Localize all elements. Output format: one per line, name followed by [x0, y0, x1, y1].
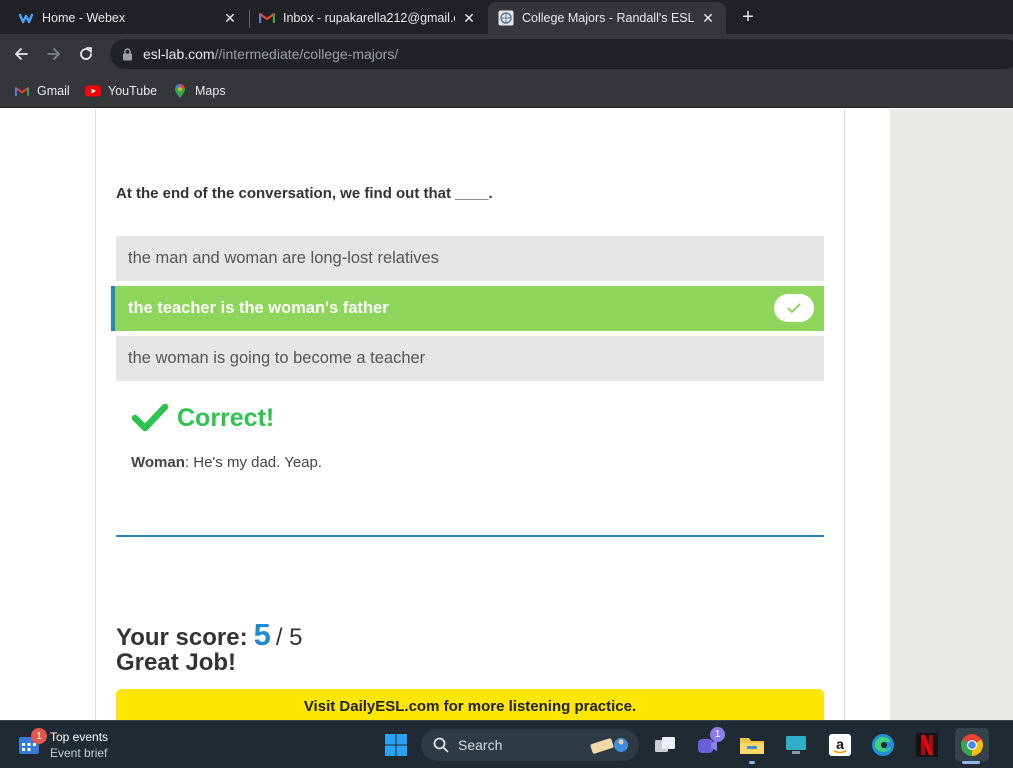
webex-icon	[18, 10, 34, 26]
check-icon	[774, 294, 814, 322]
chrome-icon[interactable]	[955, 728, 989, 762]
widget-title: Top events	[50, 730, 109, 744]
promo-banner-text: Visit DailyESL.com for more listening pr…	[303, 698, 637, 715]
file-explorer-icon[interactable]	[737, 730, 767, 760]
speaker-name: Woman	[131, 454, 185, 471]
answer-feedback: Correct!	[132, 403, 274, 433]
active-indicator	[749, 761, 755, 764]
new-tab-button[interactable]: +	[737, 6, 759, 28]
tab-webex[interactable]: Home - Webex ✕	[8, 2, 248, 34]
browser-tab-strip: Home - Webex ✕ Inbox - rupakarella212@gm…	[0, 0, 1013, 34]
maps-icon	[172, 83, 188, 99]
tab-title: College Majors - Randall's ESL C	[522, 11, 694, 25]
bookmark-label: YouTube	[108, 84, 158, 98]
score-display: Your score: 5 / 5	[116, 617, 303, 653]
tab-title: Home - Webex	[42, 11, 126, 25]
desktop-icon[interactable]	[781, 730, 811, 760]
back-button[interactable]	[9, 42, 33, 66]
url-path: //intermediate/college-majors/	[214, 46, 399, 62]
answer-text: the teacher is the woman's father	[128, 299, 389, 317]
teams-icon[interactable]: 1	[693, 727, 725, 760]
arrow-right-icon	[47, 48, 60, 60]
gmail-icon	[14, 83, 30, 99]
esl-lab-icon	[498, 10, 514, 26]
bookmark-maps[interactable]: Maps	[172, 81, 226, 101]
score-message: Great Job!	[116, 649, 237, 676]
notification-badge: 1	[31, 728, 47, 744]
edge-icon[interactable]	[868, 730, 898, 760]
address-bar[interactable]: esl-lab.com //intermediate/college-major…	[110, 39, 1013, 69]
answer-text: the woman is going to become a teacher	[128, 349, 426, 367]
quiz-content: At the end of the conversation, we find …	[95, 109, 845, 720]
answer-text: the man and woman are long-lost relative…	[128, 249, 439, 267]
browser-toolbar: esl-lab.com //intermediate/college-major…	[0, 34, 1013, 74]
reload-button[interactable]	[74, 42, 98, 66]
close-icon[interactable]: ✕	[461, 10, 477, 26]
widget-subtitle: Event brief	[50, 746, 108, 760]
teams-badge: 1	[710, 727, 725, 742]
close-icon[interactable]: ✕	[700, 10, 716, 26]
score-value: 5	[253, 617, 271, 652]
promo-banner-link[interactable]: Visit DailyESL.com for more listening pr…	[116, 689, 824, 720]
task-view-icon[interactable]	[650, 730, 680, 760]
bookmark-gmail[interactable]: Gmail	[14, 81, 70, 101]
score-label: Your score:	[116, 624, 248, 651]
active-indicator	[962, 761, 980, 764]
close-icon[interactable]: ✕	[222, 10, 238, 26]
section-divider	[116, 535, 824, 537]
answer-option-2-correct[interactable]: the teacher is the woman's father	[111, 286, 824, 331]
lock-icon	[122, 47, 133, 61]
search-highlight-icon	[590, 738, 628, 754]
web-page: At the end of the conversation, we find …	[0, 109, 1013, 720]
bookmark-label: Maps	[195, 84, 226, 98]
tab-gmail-inbox[interactable]: Inbox - rupakarella212@gmail.co ✕	[249, 2, 487, 34]
quiz-question: At the end of the conversation, we find …	[116, 185, 493, 202]
search-placeholder: Search	[458, 737, 503, 753]
transcript-excerpt: Woman: He's my dad. Yeap.	[131, 454, 322, 471]
svg-text:a: a	[836, 736, 844, 752]
score-total: / 5	[275, 624, 303, 651]
reload-icon	[80, 47, 92, 60]
transcript-line: : He's my dad. Yeap.	[184, 454, 323, 471]
amazon-icon[interactable]: a	[825, 730, 855, 760]
netflix-icon[interactable]	[912, 730, 942, 760]
url-host: esl-lab.com	[143, 46, 215, 62]
search-icon	[433, 737, 449, 753]
windows-taskbar: 1 Top events Event brief Search 1 a	[0, 720, 1013, 768]
windows-start-icon[interactable]	[381, 730, 411, 760]
bookmark-youtube[interactable]: YouTube	[85, 81, 157, 101]
tab-title: Inbox - rupakarella212@gmail.co	[283, 11, 455, 25]
arrow-left-icon	[15, 48, 28, 60]
taskbar-search[interactable]: Search	[421, 729, 639, 761]
forward-button[interactable]	[42, 42, 66, 66]
tab-college-majors[interactable]: College Majors - Randall's ESL C ✕	[488, 2, 726, 34]
widgets-button[interactable]: 1 Top events Event brief	[18, 728, 148, 762]
feedback-title: Correct!	[177, 403, 275, 432]
bookmarks-bar: Gmail YouTube Maps	[0, 74, 1013, 108]
checkmark-icon	[132, 403, 168, 432]
gmail-icon	[259, 10, 275, 26]
answer-option-3[interactable]: the woman is going to become a teacher	[116, 336, 824, 381]
bookmark-label: Gmail	[37, 84, 70, 98]
answer-option-1[interactable]: the man and woman are long-lost relative…	[116, 236, 824, 281]
youtube-icon	[85, 83, 101, 99]
plus-icon: +	[742, 5, 754, 28]
right-sidebar	[890, 109, 1013, 720]
